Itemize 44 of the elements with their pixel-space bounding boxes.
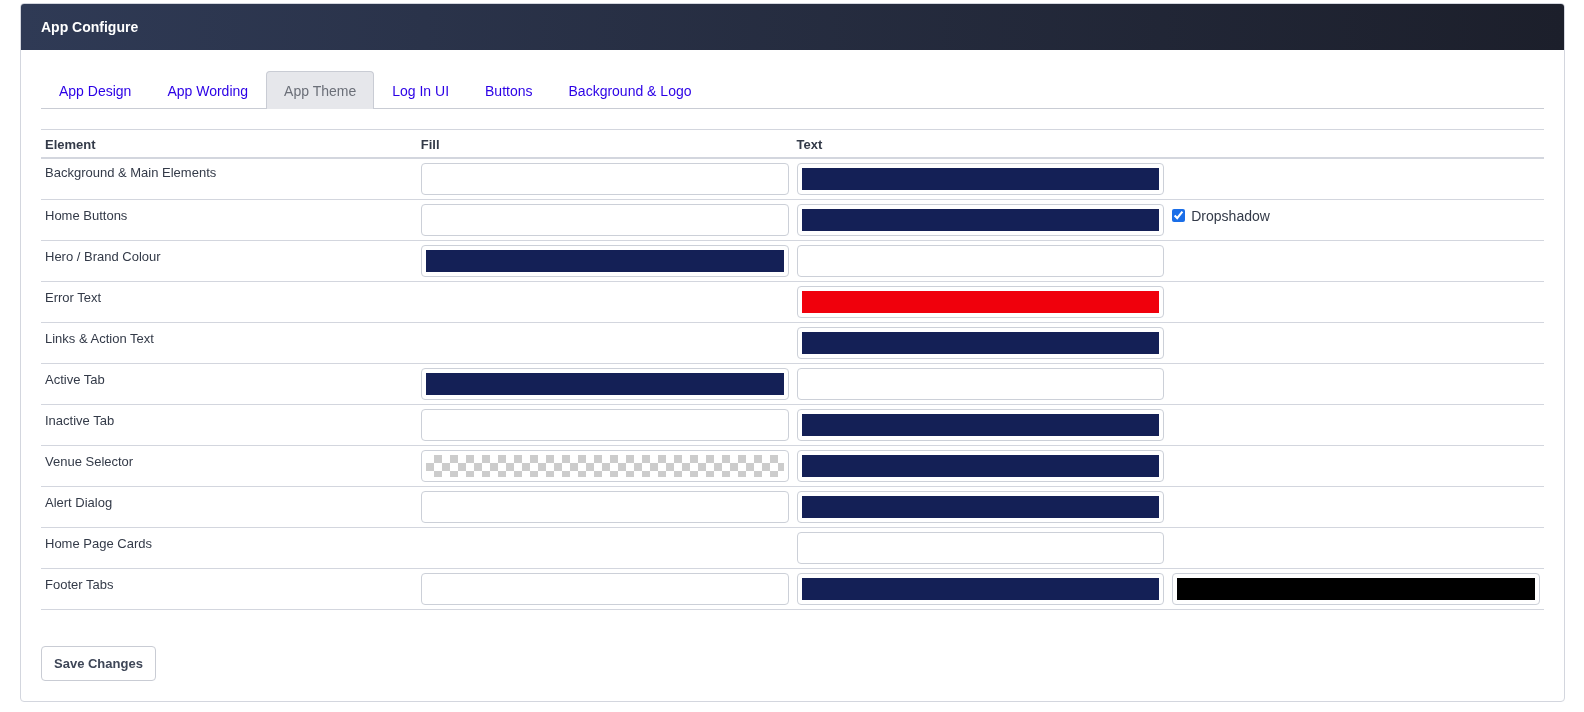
element-label: Links & Action Text	[45, 330, 154, 346]
column-header: Text	[792, 129, 1169, 158]
checkbox-label: Dropshadow	[1191, 207, 1270, 224]
text-color-field[interactable]	[796, 408, 1165, 441]
tab[interactable]: Log In UI	[374, 71, 468, 109]
text-color-field[interactable]	[796, 367, 1165, 400]
fill-color-field[interactable]	[420, 449, 789, 482]
text-color-field[interactable]	[796, 531, 1165, 564]
window-title: App Configure	[41, 19, 139, 35]
text-color-field[interactable]	[796, 449, 1165, 482]
text-color-field[interactable]	[796, 285, 1165, 318]
tab[interactable]: App Wording	[149, 71, 267, 109]
element-label: Hero / Brand Colour	[45, 248, 161, 264]
text-color-field[interactable]	[796, 572, 1165, 605]
tab[interactable]: App Theme	[266, 71, 375, 109]
element-label: Active Tab	[45, 371, 105, 387]
element-label: Venue Selector	[45, 453, 134, 469]
element-label: Inactive Tab	[45, 412, 115, 428]
element-label: Home Page Cards	[45, 535, 152, 551]
text-color-field[interactable]	[796, 490, 1165, 523]
checkbox[interactable]	[1172, 209, 1186, 222]
color-field[interactable]	[1172, 572, 1540, 605]
fill-color-field[interactable]	[420, 163, 789, 195]
element-label: Error Text	[45, 289, 102, 305]
fill-color-field[interactable]	[420, 572, 789, 605]
element-label: Footer Tabs	[45, 576, 114, 592]
column-header: Fill	[416, 129, 793, 158]
text-color-field[interactable]	[796, 203, 1165, 236]
element-label: Alert Dialog	[45, 494, 113, 510]
fill-color-field[interactable]	[420, 408, 789, 441]
fill-color-field[interactable]	[420, 244, 789, 277]
text-color-field[interactable]	[796, 244, 1165, 277]
tab[interactable]: App Design	[41, 71, 150, 109]
column-header: Element	[41, 129, 417, 158]
tab[interactable]: Background & Logo	[550, 71, 710, 109]
element-label: Home Buttons	[45, 207, 128, 223]
text-color-field[interactable]	[796, 326, 1165, 359]
tab[interactable]: Buttons	[467, 71, 551, 109]
fill-color-field[interactable]	[420, 203, 789, 236]
fill-color-field[interactable]	[420, 367, 789, 400]
text-color-field[interactable]	[796, 163, 1165, 195]
save-button[interactable]: Save Changes	[41, 645, 156, 681]
element-label: Background & Main Elements	[45, 165, 217, 180]
fill-color-field[interactable]	[420, 490, 789, 523]
